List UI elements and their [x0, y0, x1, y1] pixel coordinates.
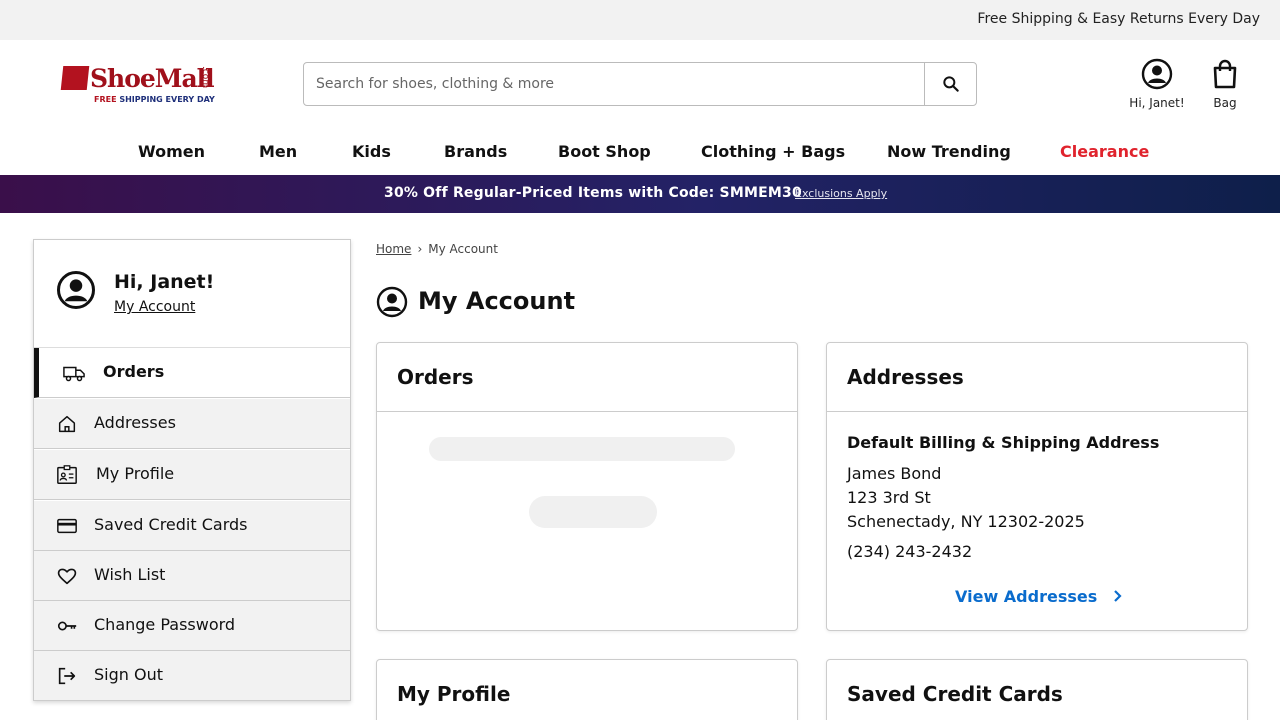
address-name: James Bond — [847, 464, 942, 483]
exclusions-link[interactable]: Exclusions Apply — [795, 187, 887, 200]
shoemall-logo[interactable]: ShoeMall .com FREE SHIPPING EVERY DAY — [60, 64, 222, 108]
nav-boot-shop[interactable]: Boot Shop — [558, 142, 651, 161]
sidebar-item-sign-out[interactable]: Sign Out — [34, 651, 350, 701]
search-icon — [942, 76, 959, 92]
address-phone: (234) 243-2432 — [847, 542, 973, 561]
chevron-right-icon: › — [417, 242, 423, 256]
credit-card-icon — [57, 518, 77, 534]
user-circle-icon — [376, 286, 408, 318]
profile-card: My Profile — [376, 659, 798, 720]
sidebar-item-label: Wish List — [94, 565, 166, 584]
orders-card: Orders — [376, 342, 798, 631]
loading-skeleton — [529, 496, 657, 528]
addresses-card-title: Addresses — [827, 343, 1247, 412]
account-sidebar: Hi, Janet! My Account Orders Addresses M… — [33, 239, 351, 701]
sidebar-item-my-profile[interactable]: My Profile — [34, 450, 350, 500]
sidebar-greeting: Hi, Janet! My Account — [34, 240, 350, 348]
search-input[interactable] — [316, 63, 916, 105]
user-circle-icon — [1141, 58, 1173, 90]
credit-cards-card-title: Saved Credit Cards — [847, 682, 1063, 706]
bag-label: Bag — [1213, 96, 1237, 110]
page-title-text: My Account — [418, 287, 576, 315]
breadcrumb: Home › My Account — [376, 242, 498, 256]
addresses-card: Addresses Default Billing & Shipping Add… — [826, 342, 1248, 631]
orders-card-title: Orders — [377, 343, 797, 412]
logo-com: .com — [200, 66, 210, 89]
sidebar-item-label: My Profile — [96, 464, 175, 483]
key-icon — [57, 621, 77, 631]
nav-clothing-bags[interactable]: Clothing + Bags — [701, 142, 845, 161]
logo-tagline-rest: SHIPPING EVERY DAY — [116, 95, 215, 104]
logo-tagline-free: FREE — [94, 95, 117, 104]
promo-banner: 30% Off Regular-Priced Items with Code: … — [0, 175, 1280, 213]
shipping-promo-text: Free Shipping & Easy Returns Every Day — [977, 11, 1260, 27]
sidebar-item-label: Addresses — [94, 413, 176, 432]
sidebar-item-label: Orders — [103, 362, 165, 381]
view-addresses-label: View Addresses — [955, 587, 1098, 606]
nav-men[interactable]: Men — [259, 142, 297, 161]
sign-out-icon — [58, 667, 76, 685]
loading-skeleton — [429, 437, 735, 461]
credit-cards-card: Saved Credit Cards — [826, 659, 1248, 720]
nav-clearance[interactable]: Clearance — [1060, 142, 1149, 161]
bag-button[interactable]: Bag — [1202, 58, 1248, 110]
address-street: 123 3rd St — [847, 488, 931, 507]
breadcrumb-current: My Account — [428, 242, 498, 256]
truck-icon — [63, 366, 85, 382]
promo-code-text: 30% Off Regular-Priced Items with Code: … — [384, 185, 802, 201]
nav-kids[interactable]: Kids — [352, 142, 391, 161]
heart-icon — [57, 568, 77, 585]
logo-wordmark: ShoeMall — [90, 64, 215, 93]
view-addresses-link[interactable]: View Addresses — [955, 587, 1125, 606]
account-label: Hi, Janet! — [1129, 96, 1185, 110]
page-title: My Account — [376, 286, 575, 322]
nav-brands[interactable]: Brands — [444, 142, 507, 161]
shopping-bag-icon — [1213, 59, 1237, 89]
sidebar-item-label: Change Password — [94, 615, 236, 634]
sidebar-item-change-password[interactable]: Change Password — [34, 601, 350, 651]
address-subtitle: Default Billing & Shipping Address — [847, 433, 1160, 452]
address-city: Schenectady, NY 12302-2025 — [847, 512, 1085, 531]
default-address: Default Billing & Shipping Address James… — [847, 433, 1227, 561]
logo-tagline: FREE SHIPPING EVERY DAY — [94, 95, 215, 104]
sidebar-item-saved-credit-cards[interactable]: Saved Credit Cards — [34, 501, 350, 551]
search-button[interactable] — [924, 63, 976, 105]
profile-card-title: My Profile — [397, 682, 511, 706]
sidebar-item-label: Sign Out — [94, 665, 163, 684]
sidebar-my-account-link[interactable]: My Account — [114, 299, 195, 315]
main-navigation: Women Men Kids Brands Boot Shop Clothing… — [0, 138, 1280, 174]
id-card-icon — [57, 465, 77, 484]
sidebar-greeting-text: Hi, Janet! — [114, 271, 215, 293]
home-icon — [58, 415, 76, 433]
nav-women[interactable]: Women — [138, 142, 205, 161]
sidebar-item-label: Saved Credit Cards — [94, 515, 248, 534]
nav-now-trending[interactable]: Now Trending — [887, 142, 1011, 161]
account-button[interactable]: Hi, Janet! — [1120, 58, 1194, 110]
search-bar — [303, 62, 977, 106]
top-promo-bar: Free Shipping & Easy Returns Every Day — [0, 0, 1280, 40]
breadcrumb-home-link[interactable]: Home — [376, 242, 411, 256]
chevron-right-icon — [1114, 590, 1122, 602]
logo-mark — [60, 66, 90, 90]
sidebar-item-wish-list[interactable]: Wish List — [34, 551, 350, 601]
user-circle-icon — [57, 271, 95, 309]
sidebar-item-addresses[interactable]: Addresses — [34, 399, 350, 449]
sidebar-item-orders[interactable]: Orders — [34, 348, 350, 398]
